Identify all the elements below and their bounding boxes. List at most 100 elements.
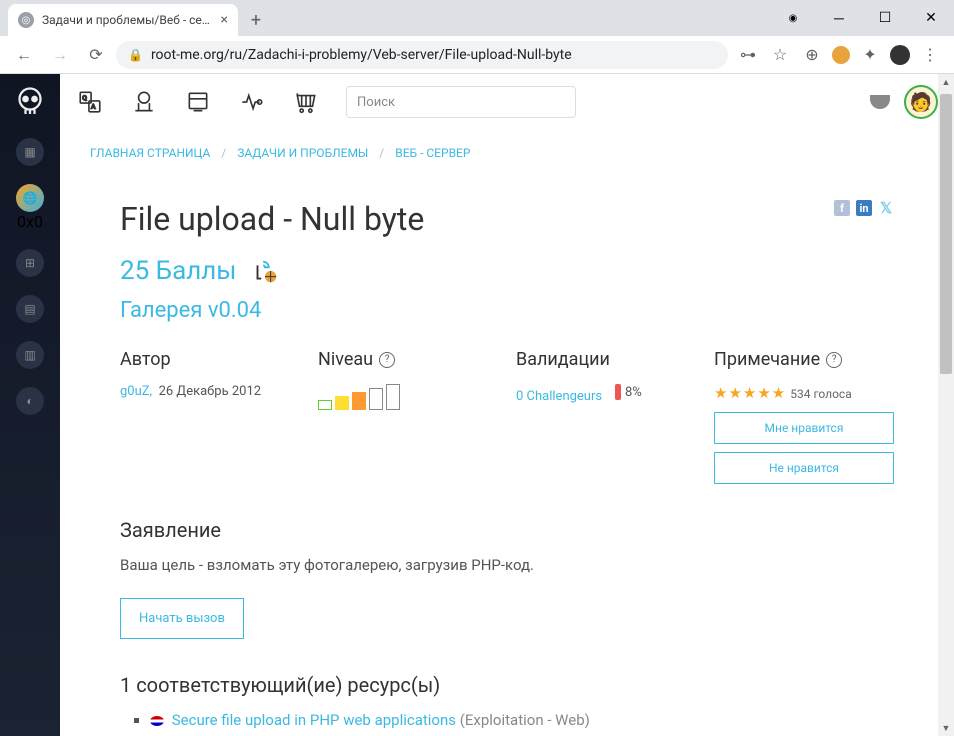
bookmark-icon[interactable]: ☆ <box>768 43 792 67</box>
vote-count: 534 голоса <box>790 387 851 401</box>
points-text: 25 Баллы <box>120 256 236 286</box>
ext-cookie-icon[interactable] <box>832 46 850 64</box>
meta-author: Автор g0uZ, 26 Декабрь 2012 <box>120 349 298 484</box>
scroll-thumb[interactable] <box>940 94 952 374</box>
linkedin-icon[interactable]: in <box>856 200 872 216</box>
breadcrumb-subcategory[interactable]: ВЕБ - СЕРВЕР <box>395 146 470 160</box>
challenge-subtitle: Галерея v0.04 <box>120 298 894 323</box>
close-button[interactable]: ✕ <box>908 0 954 36</box>
incognito-icon: ◉ <box>770 0 816 36</box>
address-bar: ← → ⟳ 🔒 root-me.org/ru/Zadachi-i-problem… <box>0 36 954 74</box>
sidebar-item-active-wrap: 🌐 0x0 <box>16 184 44 231</box>
search-input[interactable]: Поиск <box>346 86 576 118</box>
challengers-link[interactable]: 0 Challengeurs <box>516 389 602 404</box>
like-button[interactable]: Мне нравится <box>714 412 894 444</box>
extensions-icon[interactable]: ✦ <box>858 43 882 67</box>
menu-icon[interactable]: ⋮ <box>918 43 942 67</box>
svg-text:Q: Q <box>82 94 87 102</box>
meta-level: Niveau ? <box>318 349 496 484</box>
help-icon[interactable]: ? <box>826 352 842 368</box>
validation-pct: 8% <box>615 384 642 400</box>
resource-category: (Exploitation - Web) <box>460 711 590 729</box>
browser-tab[interactable]: ◎ Задачи и проблемы/Веб - серве × <box>8 4 238 36</box>
ext-icon-1[interactable]: ⊕ <box>800 43 824 67</box>
rating-stars: ★★★★★ <box>714 384 786 402</box>
site-topbar: QA Поиск 🧑 <box>60 74 954 130</box>
resources-header: 1 соответствующий(ие) ресурс(ы) <box>120 673 894 697</box>
meta-validations: Валидации 0 Challengeurs 8% <box>516 349 694 484</box>
statement-body: Ваша цель - взломать эту фотогалерею, за… <box>120 556 894 574</box>
reload-button[interactable]: ⟳ <box>80 39 112 71</box>
url-text: root-me.org/ru/Zadachi-i-problemy/Veb-se… <box>151 47 572 63</box>
scroll-down-icon[interactable]: ▼ <box>938 720 954 736</box>
breadcrumb-category[interactable]: ЗАДАЧИ И ПРОБЛЕМЫ <box>237 146 368 160</box>
user-avatar[interactable]: 🧑 <box>904 85 938 119</box>
sidebar-item-1[interactable]: ▦ <box>16 138 44 166</box>
diff-bar-5 <box>386 384 400 410</box>
scroll-up-icon[interactable]: ▲ <box>938 74 954 90</box>
points-row: 25 Баллы <box>120 256 894 286</box>
author-header: Автор <box>120 349 298 370</box>
tab-close-icon[interactable]: × <box>221 12 228 28</box>
resources-section: 1 соответствующий(ие) ресурс(ы) Secure f… <box>120 673 894 729</box>
facebook-icon[interactable]: f <box>834 200 850 216</box>
sidebar-active-label: 0x0 <box>16 212 44 231</box>
topbar-icon-shop[interactable] <box>292 88 320 116</box>
minimize-button[interactable]: ─ <box>816 0 862 36</box>
window-controls: ◉ ─ ☐ ✕ <box>770 0 954 36</box>
breadcrumb-sep: / <box>379 146 384 160</box>
sidebar-item-3[interactable]: ⊞ <box>16 249 44 277</box>
page-title: File upload - Null byte <box>120 200 424 238</box>
meta-row: Автор g0uZ, 26 Декабрь 2012 Niveau ? <box>120 349 894 484</box>
forward-button[interactable]: → <box>44 39 76 71</box>
breadcrumb-home[interactable]: ГЛАВНАЯ СТРАНИЦА <box>90 146 210 160</box>
sidebar-item-5[interactable]: ▥ <box>16 341 44 369</box>
url-field[interactable]: 🔒 root-me.org/ru/Zadachi-i-problemy/Veb-… <box>116 41 728 69</box>
new-tab-button[interactable]: + <box>242 6 270 34</box>
note-header: Примечание <box>714 349 820 370</box>
start-challenge-button[interactable]: Начать вызов <box>120 598 244 639</box>
resource-item: Secure file upload in PHP web applicatio… <box>150 711 894 729</box>
breadcrumb: ГЛАВНАЯ СТРАНИЦА / ЗАДАЧИ И ПРОБЛЕМЫ / В… <box>60 130 954 170</box>
author-link[interactable]: g0uZ, <box>120 384 152 399</box>
difficulty-bars <box>318 384 496 410</box>
level-header: Niveau <box>318 349 373 370</box>
topbar-icon-qa[interactable]: QA <box>76 88 104 116</box>
diff-bar-4 <box>369 388 383 410</box>
maximize-button[interactable]: ☐ <box>862 0 908 36</box>
pct-bar-icon <box>615 384 621 400</box>
social-share: f in 𝕏 <box>834 200 894 216</box>
svg-text:A: A <box>91 103 96 111</box>
notifications-icon[interactable] <box>870 95 890 109</box>
help-icon[interactable]: ? <box>379 352 395 368</box>
logo-skull-icon[interactable] <box>12 84 48 120</box>
challenge-page: File upload - Null byte f in 𝕏 25 Баллы … <box>90 180 924 736</box>
flag-uk-icon <box>150 716 164 726</box>
window-titlebar: ◎ Задачи и проблемы/Веб - серве × + ◉ ─ … <box>0 0 954 36</box>
extension-icons: ⊶ ☆ ⊕ ✦ ⋮ <box>732 43 946 67</box>
site-sidebar: ▦ 🌐 0x0 ⊞ ▤ ▥ ◐ <box>0 74 60 736</box>
topbar-icon-activity[interactable] <box>238 88 266 116</box>
topbar-icon-docs[interactable] <box>184 88 212 116</box>
diff-bar-1 <box>318 400 332 410</box>
lock-icon: 🔒 <box>128 48 143 62</box>
tab-favicon: ◎ <box>18 12 34 28</box>
sidebar-item-6[interactable]: ◐ <box>16 387 44 415</box>
scrollbar[interactable]: ▲ ▼ <box>938 74 954 736</box>
statement-section: Заявление Ваша цель - взломать эту фотог… <box>120 518 894 639</box>
statement-header: Заявление <box>120 518 894 542</box>
tab-title: Задачи и проблемы/Веб - серве <box>42 13 213 27</box>
dislike-button[interactable]: Не нравится <box>714 452 894 484</box>
content-area: ▦ 🌐 0x0 ⊞ ▤ ▥ ◐ ▲ ▼ QA Поиск 🧑 <box>0 74 954 736</box>
resource-link[interactable]: Secure file upload in PHP web applicatio… <box>172 711 456 729</box>
topbar-icon-community[interactable] <box>130 88 158 116</box>
profile-avatar[interactable] <box>890 45 910 65</box>
key-icon[interactable]: ⊶ <box>736 43 760 67</box>
sidebar-item-globe[interactable]: 🌐 <box>16 184 44 212</box>
back-button[interactable]: ← <box>8 39 40 71</box>
search-placeholder: Поиск <box>357 95 395 110</box>
main-content: ▲ ▼ QA Поиск 🧑 ГЛАВНАЯ СТРАНИЦА / ЗАДАЧИ… <box>60 74 954 736</box>
validations-header: Валидации <box>516 349 694 370</box>
sidebar-item-4[interactable]: ▤ <box>16 295 44 323</box>
twitter-icon[interactable]: 𝕏 <box>878 200 894 216</box>
